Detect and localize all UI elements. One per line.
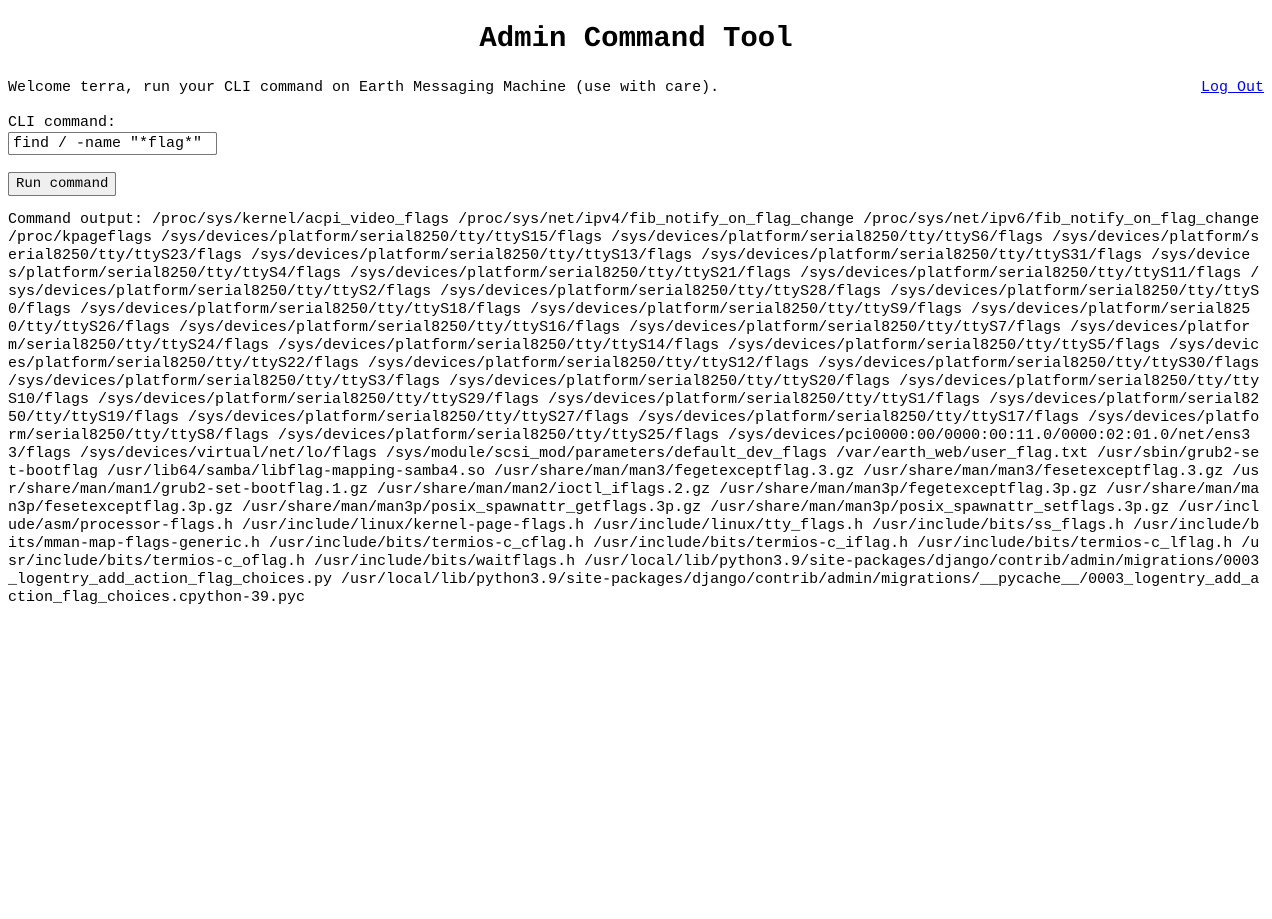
run-command-button[interactable]: Run command [8,172,117,196]
logout-link[interactable]: Log Out [1201,79,1264,97]
cli-command-input[interactable] [8,132,217,155]
command-output-text: /proc/sys/kernel/acpi_video_flags /proc/… [8,211,1260,606]
command-output: Command output: /proc/sys/kernel/acpi_vi… [8,211,1264,607]
command-output-label: Command output: [8,211,144,228]
page-title: Admin Command Tool [479,22,793,55]
welcome-message: Welcome terra, run your CLI command on E… [8,79,720,96]
cli-command-label: CLI command: [8,114,117,131]
